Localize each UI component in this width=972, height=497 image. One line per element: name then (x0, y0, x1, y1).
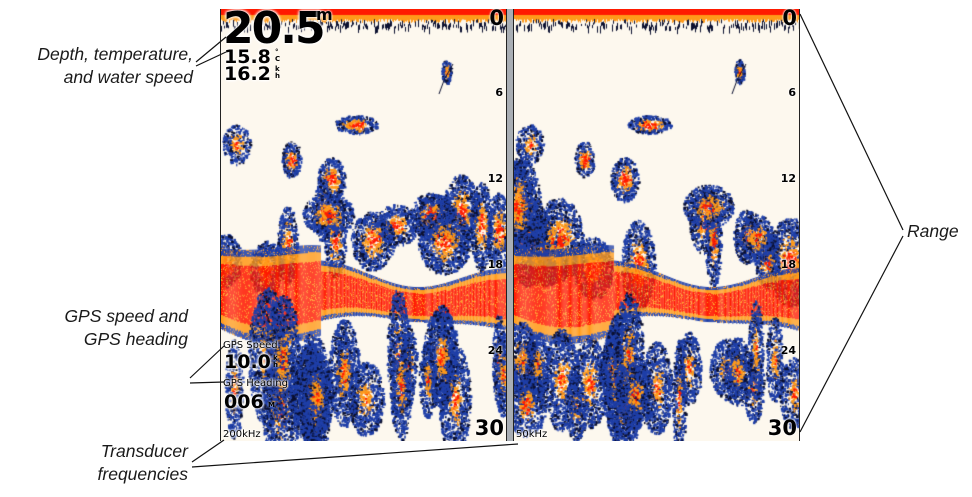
range-scale-label: 12 (780, 172, 796, 185)
transducer-frequency-label: 200kHz (223, 429, 261, 440)
unit-bottom: h (275, 72, 280, 80)
callout-gps-speed-heading: GPS speed and GPS heading (0, 305, 188, 351)
range-scale-label: 6 (495, 86, 503, 99)
water-speed-readout: 16.2 (224, 63, 271, 85)
leader-line (191, 439, 225, 463)
callout-range: Range (907, 221, 959, 241)
callout-line: and water speed (63, 67, 193, 87)
range-scale-label: 30 (474, 416, 504, 440)
water-speed-unit: k h (275, 66, 280, 80)
leader-line (189, 345, 225, 379)
range-scale-label: 12 (487, 172, 503, 185)
gps-speed-readout: 10.0 (224, 351, 271, 373)
gps-heading-readout: 006 (224, 391, 264, 413)
callout-line: frequencies (97, 464, 188, 484)
leader-line (799, 235, 904, 433)
unit-bottom: C (275, 55, 281, 63)
gps-speed-unit: k h (273, 355, 278, 369)
sonar-echo-canvas (514, 9, 799, 441)
sonar-panel-50khz[interactable]: 0 6 12 18 24 30 50kHz (513, 9, 800, 441)
range-scale-label: 24 (487, 344, 503, 357)
leader-line (799, 13, 904, 231)
transducer-frequency-label: 50kHz (516, 429, 548, 440)
callout-line: Depth, temperature, (37, 44, 193, 64)
callout-depth-temperature-speed: Depth, temperature, and water speed (0, 43, 193, 89)
sonar-panel-200khz[interactable]: 20.5 m 15.8 ° C 16.2 k h GPS Speed 10.0 … (220, 9, 507, 441)
callout-line: Transducer (100, 441, 188, 461)
gps-speed-label: GPS Speed (223, 340, 278, 351)
callout-transducer-frequencies: Transducer frequencies (0, 440, 188, 486)
range-scale-label: 24 (780, 344, 796, 357)
range-scale-label: 0 (782, 9, 797, 30)
range-scale-label: 30 (767, 416, 797, 440)
gps-heading-unit: ° M (268, 395, 275, 409)
depth-unit: m (316, 9, 333, 24)
leader-line (191, 443, 519, 468)
range-scale-label: 18 (487, 258, 503, 271)
range-scale-label: 0 (489, 9, 504, 30)
leader-line (189, 381, 225, 384)
temperature-unit: ° C (275, 49, 280, 63)
range-scale-label: 18 (780, 258, 796, 271)
unit-bottom: M (268, 401, 275, 409)
callout-line: GPS speed and (64, 306, 188, 326)
unit-bottom: h (273, 361, 278, 369)
sonar-split-screen-figure: Depth, temperature, and water speed GPS … (0, 0, 972, 497)
range-scale-label: 6 (788, 86, 796, 99)
gps-heading-label: GPS Heading (223, 378, 288, 389)
callout-line: GPS heading (83, 329, 188, 349)
